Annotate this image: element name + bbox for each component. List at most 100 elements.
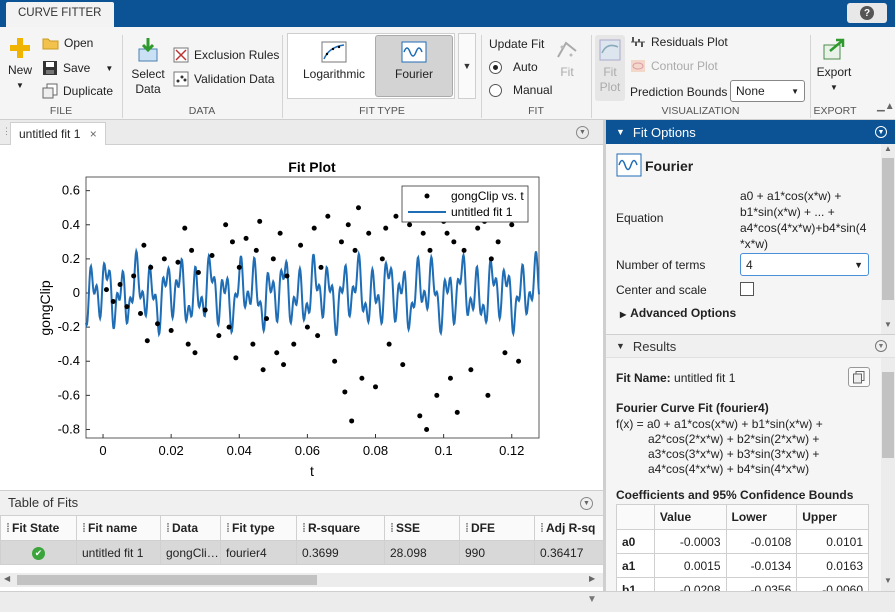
table-row[interactable]: ✔ untitled fit 1 gongCli… fourier4 0.3699 28.… <box>0 540 604 565</box>
data-point[interactable] <box>311 225 317 231</box>
data-point[interactable] <box>277 230 283 236</box>
data-point[interactable] <box>355 205 361 211</box>
data-point[interactable] <box>250 341 256 347</box>
prediction-bounds-dropdown[interactable]: None ▼ <box>730 80 805 102</box>
data-point[interactable] <box>366 230 372 236</box>
data-point[interactable] <box>352 247 358 253</box>
data-point[interactable] <box>434 392 440 398</box>
panel-menu-icon[interactable]: ▼ <box>580 497 593 510</box>
data-point[interactable] <box>400 362 406 368</box>
column-header[interactable]: ⁞ SSE <box>384 515 460 541</box>
data-point[interactable] <box>274 350 280 356</box>
data-point[interactable] <box>461 247 467 253</box>
validation-data-button[interactable]: Validation Data <box>173 71 275 87</box>
help-button[interactable]: ? <box>847 3 887 23</box>
data-point[interactable] <box>264 316 270 322</box>
collapse-toolstrip-icon[interactable]: ▁▲ <box>877 101 895 112</box>
data-point[interactable] <box>502 350 508 356</box>
fit-state-cell[interactable]: ✔ <box>0 540 77 565</box>
data-point[interactable] <box>233 355 239 361</box>
fit-plot-chart[interactable]: Fit Plot 0 0.02 0.04 0.06 0.08 0.1 0.12 0.6 0.4 0… <box>0 145 603 490</box>
column-header[interactable]: ⁞ Fit name <box>76 515 161 541</box>
data-point[interactable] <box>281 362 287 368</box>
data-point[interactable] <box>417 413 423 419</box>
copy-results-button[interactable] <box>848 367 870 387</box>
advanced-options-toggle[interactable]: ▶ Advanced Options <box>620 306 736 320</box>
data-point[interactable] <box>509 222 515 228</box>
logarithmic-fit-button[interactable]: Logarithmic <box>296 41 372 82</box>
center-and-scale-checkbox[interactable] <box>740 282 754 296</box>
panel-menu-icon[interactable]: ▼ <box>875 340 887 352</box>
data-point[interactable] <box>141 242 147 248</box>
vertical-scrollbar[interactable]: ▼ <box>881 358 895 591</box>
fit-type-more-button[interactable]: ▼ <box>458 33 476 99</box>
table-cell[interactable]: 990 <box>459 540 535 565</box>
data-point[interactable] <box>291 341 297 347</box>
data-point[interactable] <box>189 247 195 253</box>
data-point[interactable] <box>338 239 344 245</box>
data-point[interactable] <box>148 264 154 270</box>
data-point[interactable] <box>161 256 167 262</box>
close-icon[interactable]: × <box>90 127 97 141</box>
fit-button[interactable]: Fit <box>553 39 581 80</box>
data-point[interactable] <box>226 324 232 330</box>
data-point[interactable] <box>257 218 263 224</box>
data-point[interactable] <box>253 247 259 253</box>
data-point[interactable] <box>420 230 426 236</box>
data-point[interactable] <box>373 384 379 390</box>
export-button[interactable]: Export ▼ <box>814 37 854 95</box>
vertical-scrollbar[interactable]: ▲ ▼ <box>881 144 895 334</box>
data-point[interactable] <box>223 222 229 228</box>
data-point[interactable] <box>270 256 276 262</box>
number-of-terms-dropdown[interactable]: 4 ▼ <box>740 253 869 276</box>
drag-handle-icon[interactable]: ⁞ <box>82 521 86 535</box>
data-point[interactable] <box>495 239 501 245</box>
data-point[interactable] <box>110 299 116 305</box>
data-point[interactable] <box>185 341 191 347</box>
scroll-up-icon[interactable]: ▲ <box>884 144 892 153</box>
data-point[interactable] <box>144 338 150 344</box>
fit-options-header[interactable]: ▼ Fit Options ▼ <box>606 120 895 144</box>
drag-handle-icon[interactable]: ⁞ <box>540 521 544 535</box>
data-point[interactable] <box>485 392 491 398</box>
data-point[interactable] <box>424 426 430 432</box>
drag-handle-icon[interactable]: ⁞ <box>302 521 306 535</box>
data-point[interactable] <box>117 281 123 287</box>
data-point[interactable] <box>345 222 351 228</box>
scroll-down-icon[interactable]: ▼ <box>884 576 892 585</box>
auto-radio[interactable]: Auto <box>489 60 538 74</box>
data-point[interactable] <box>427 247 433 253</box>
data-point[interactable] <box>304 324 310 330</box>
data-point[interactable] <box>447 375 453 381</box>
data-point[interactable] <box>318 264 324 270</box>
exclusion-rules-button[interactable]: Exclusion Rules <box>173 47 279 63</box>
data-point[interactable] <box>192 350 198 356</box>
new-button[interactable]: New ▼ <box>5 37 35 93</box>
data-point[interactable] <box>284 273 290 279</box>
column-header[interactable]: ⁞ Adj R-sq <box>534 515 604 541</box>
data-point[interactable] <box>349 418 355 424</box>
data-point[interactable] <box>383 225 389 231</box>
collapse-panel-icon[interactable]: ▼ <box>587 594 597 605</box>
coefficient-row[interactable]: a1 0.0015 -0.0134 0.0163 <box>616 553 869 578</box>
data-point[interactable] <box>103 287 109 293</box>
drag-handle-icon[interactable]: ⁞ <box>6 521 10 535</box>
data-point[interactable] <box>359 375 365 381</box>
duplicate-button[interactable]: Duplicate <box>42 83 113 99</box>
data-point[interactable] <box>243 235 249 241</box>
data-point[interactable] <box>175 259 181 265</box>
fit-plot-button[interactable]: Fit Plot <box>595 35 625 101</box>
data-point[interactable] <box>195 270 201 276</box>
manual-radio[interactable]: Manual <box>489 83 552 97</box>
data-point[interactable] <box>202 307 208 313</box>
data-point[interactable] <box>444 230 450 236</box>
drag-handle-icon[interactable]: ⁞ <box>226 521 230 535</box>
data-point[interactable] <box>475 225 481 231</box>
tab-curve-fitter[interactable]: CURVE FITTER <box>6 2 114 27</box>
scrollbar-thumb[interactable] <box>882 158 894 300</box>
column-header[interactable]: ⁞ Fit type <box>220 515 297 541</box>
data-point[interactable] <box>236 264 242 270</box>
data-point[interactable] <box>407 222 413 228</box>
column-header[interactable]: ⁞ Fit State <box>0 515 77 541</box>
table-cell[interactable]: gongCli… <box>160 540 221 565</box>
